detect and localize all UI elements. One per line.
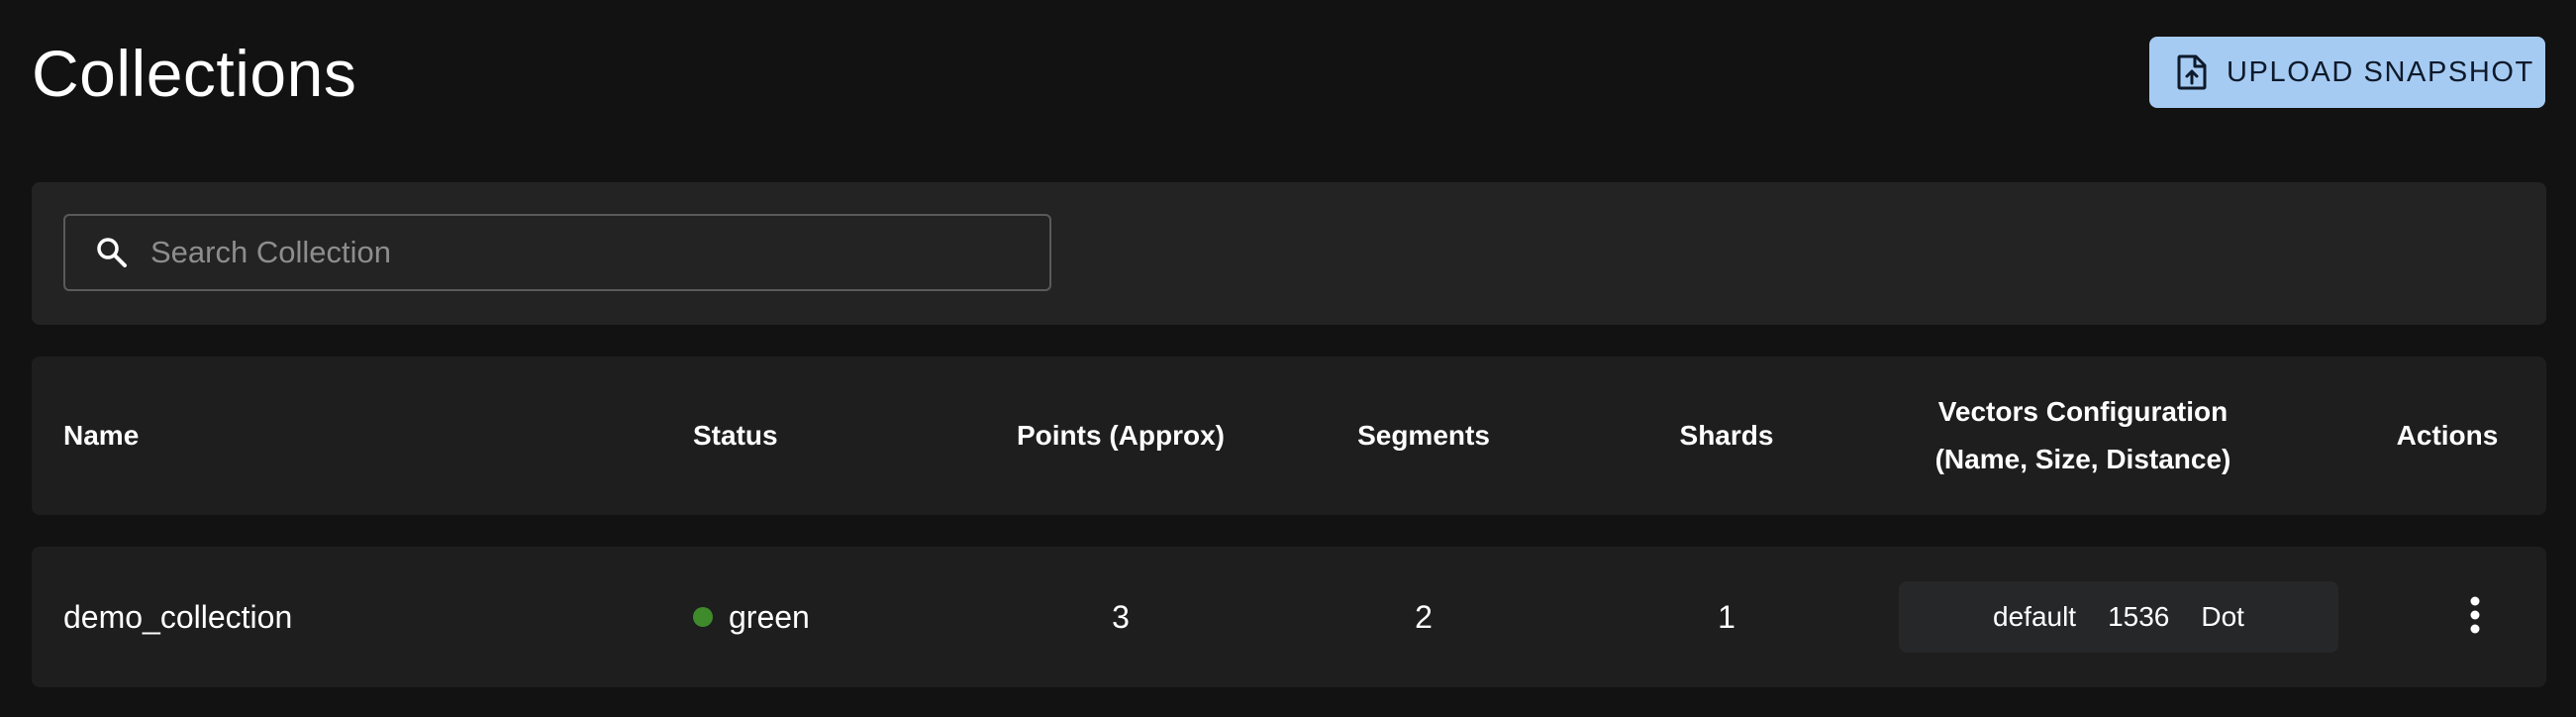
vector-config-chip: default 1536 Dot xyxy=(1899,581,2338,653)
column-header-shards[interactable]: Shards xyxy=(1578,357,1875,515)
page-title: Collections xyxy=(32,37,357,110)
segments-count: 2 xyxy=(1415,598,1433,635)
search-input[interactable] xyxy=(149,234,1004,271)
upload-snapshot-label: UPLOAD SNAPSHOT xyxy=(2227,55,2534,88)
status-dot xyxy=(693,607,713,627)
collections-page: Collections UPLOAD SNAPSHOT Name Status … xyxy=(0,0,2576,717)
file-upload-icon xyxy=(2177,54,2207,90)
column-header-vectors: Vectors Configuration (Name, Size, Dista… xyxy=(1875,357,2291,515)
points-count: 3 xyxy=(1112,598,1130,635)
collection-name[interactable]: demo_collection xyxy=(63,547,657,687)
table-header: Name Status Points (Approx) Segments Sha… xyxy=(32,357,2546,515)
column-header-vectors-subtitle: (Name, Size, Distance) xyxy=(1934,444,2231,474)
column-header-vectors-title: Vectors Configuration xyxy=(1937,396,2229,427)
collection-status: green xyxy=(693,547,970,687)
column-header-name[interactable]: Name xyxy=(63,357,657,515)
search-icon xyxy=(95,236,129,269)
shards-count: 1 xyxy=(1718,598,1735,635)
more-vertical-icon xyxy=(2469,595,2481,640)
table-row[interactable]: demo_collection green 3 2 1 default 1536… xyxy=(32,547,2546,687)
vector-distance: Dot xyxy=(2201,601,2244,632)
vector-size: 1536 xyxy=(2108,601,2170,632)
search-box[interactable] xyxy=(63,214,1051,291)
vector-name: default xyxy=(1993,601,2077,632)
column-header-status[interactable]: Status xyxy=(693,357,970,515)
more-actions-button[interactable] xyxy=(2459,595,2491,639)
status-label: green xyxy=(729,598,810,635)
search-panel xyxy=(32,182,2546,325)
column-header-points[interactable]: Points (Approx) xyxy=(972,357,1269,515)
column-header-actions: Actions xyxy=(2396,420,2499,451)
upload-snapshot-button[interactable]: UPLOAD SNAPSHOT xyxy=(2149,37,2545,108)
column-header-segments[interactable]: Segments xyxy=(1275,357,1572,515)
